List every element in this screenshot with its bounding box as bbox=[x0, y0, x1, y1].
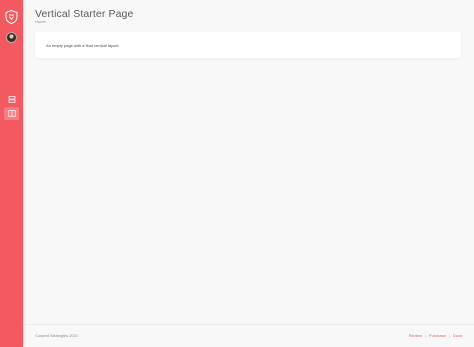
page-title: Vertical Starter Page bbox=[35, 8, 134, 20]
copyright: Colored Strategies 2021 bbox=[35, 333, 79, 338]
avatar[interactable] bbox=[6, 32, 17, 43]
breadcrumb-home[interactable]: Home bbox=[35, 19, 46, 24]
layers-icon bbox=[8, 96, 15, 103]
footer-links: Review | Purchase | Docs bbox=[409, 333, 462, 338]
breadcrumb[interactable]: Home bbox=[35, 19, 46, 24]
sidebar-item-layers[interactable] bbox=[4, 93, 19, 106]
footer-separator: | bbox=[448, 333, 450, 338]
layout-icon bbox=[7, 110, 16, 117]
footer-link-review[interactable]: Review bbox=[409, 333, 422, 338]
footer-divider bbox=[23, 324, 474, 325]
sidebar-item-layout[interactable] bbox=[4, 107, 19, 120]
shield-icon[interactable] bbox=[5, 10, 18, 24]
footer-link-docs[interactable]: Docs bbox=[453, 333, 462, 338]
footer-separator: | bbox=[424, 333, 426, 338]
content-card: An empty page with a fluid vertical layo… bbox=[35, 32, 461, 58]
footer-link-purchase[interactable]: Purchase bbox=[429, 333, 446, 338]
sidebar bbox=[0, 0, 23, 347]
card-text: An empty page with a fluid vertical layo… bbox=[46, 43, 120, 48]
